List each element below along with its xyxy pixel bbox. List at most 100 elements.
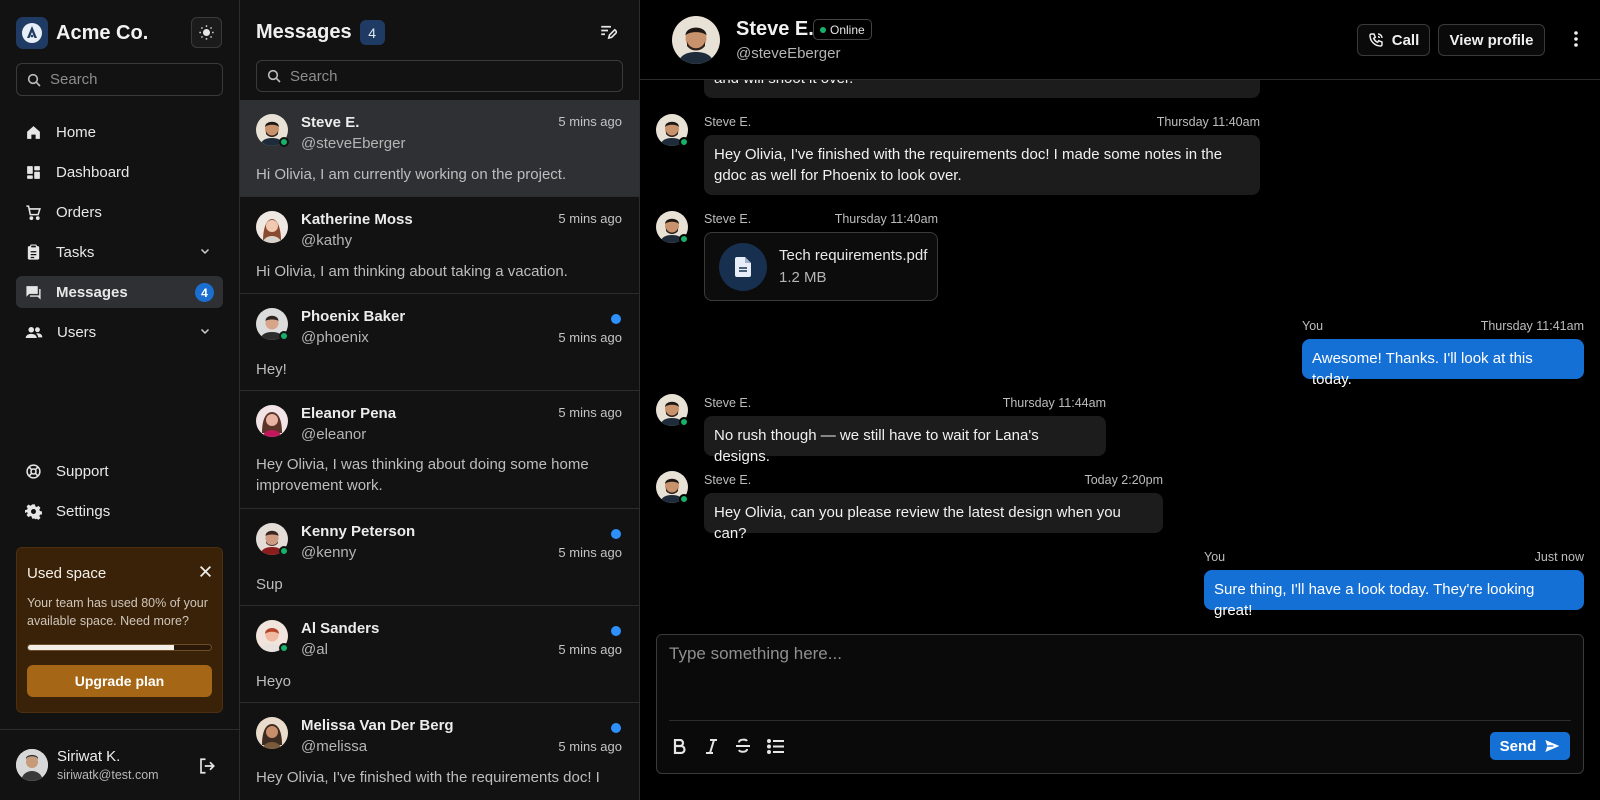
sun-icon	[199, 25, 214, 40]
online-status-dot	[820, 26, 826, 33]
avatar	[656, 471, 689, 504]
unread-dot	[611, 314, 621, 324]
message-input[interactable]: Type something here...	[669, 644, 842, 664]
view-profile-button[interactable]: View profile	[1438, 24, 1545, 56]
close-icon[interactable]	[199, 565, 212, 578]
message-composer[interactable]: Type something here... Send	[656, 634, 1584, 774]
file-name: Tech requirements.pdf	[779, 247, 928, 264]
conversation-search-input[interactable]: Search	[256, 60, 623, 92]
contact-handle: @eleanor	[301, 426, 367, 443]
message-bubble: No rush though — we still have to wait f…	[704, 416, 1106, 465]
avatar	[256, 308, 289, 341]
chevron-down-icon[interactable]	[199, 325, 211, 337]
message-bubble: Sure thing, I'll have a look today. They…	[1204, 570, 1584, 619]
nav-item-messages[interactable]: Messages 4	[16, 276, 223, 308]
footer-nav: Support Settings	[16, 455, 223, 535]
contact-name: Melissa Van Der Berg	[301, 717, 454, 734]
tasks-icon	[27, 244, 40, 260]
upgrade-plan-button[interactable]: Upgrade plan	[27, 665, 212, 697]
cart-icon	[26, 204, 41, 220]
message-time: Today 2:20pm	[1084, 473, 1163, 487]
message-time: 5 mins ago	[558, 642, 622, 657]
avatar	[672, 16, 720, 64]
conversation-item[interactable]: Steve E. @steveEberger 5 mins ago Hi Oli…	[240, 100, 639, 197]
avatar	[256, 523, 289, 556]
used-space-title: Used space	[27, 565, 107, 582]
contact-name: Katherine Moss	[301, 211, 413, 228]
italic-button[interactable]	[701, 736, 721, 756]
contact-name: Eleanor Pena	[301, 405, 397, 422]
search-icon	[27, 73, 41, 87]
contact-name: Kenny Peterson	[301, 523, 416, 540]
message-sender: Steve E.	[704, 473, 752, 487]
avatar	[16, 749, 48, 781]
main-nav: Home Dashboard Orders Tasks Messages 4 U…	[16, 116, 223, 356]
file-attachment[interactable]: Tech requirements.pdf 1.2 MB	[704, 232, 938, 301]
contact-handle: @al	[301, 641, 328, 658]
online-status-dot	[679, 137, 689, 147]
nav-item-tasks[interactable]: Tasks	[16, 236, 223, 268]
logo-icon	[16, 17, 48, 49]
avatar	[256, 211, 288, 243]
bold-button[interactable]	[669, 736, 689, 756]
chevron-down-icon[interactable]	[199, 245, 211, 257]
strikethrough-button[interactable]	[733, 736, 753, 756]
message-preview: Hi Olivia, I am thinking about taking a …	[256, 263, 568, 280]
send-icon	[1545, 740, 1560, 752]
sidebar: Acme Co. Search Home Dashboard Orders Ta…	[0, 0, 240, 800]
contact-handle: @kenny	[301, 544, 357, 561]
message-sender: Steve E.	[704, 115, 752, 129]
user-name: Siriwat K.	[57, 748, 121, 765]
contact-name: Al Sanders	[301, 620, 380, 637]
contact-name: Steve E.	[301, 114, 360, 131]
conversation-item[interactable]: Melissa Van Der Berg @melissa 5 mins ago…	[240, 703, 639, 800]
messages-icon	[26, 285, 41, 300]
page-title: Messages	[256, 21, 352, 43]
nav-label: Tasks	[56, 243, 95, 261]
logout-icon[interactable]	[198, 757, 216, 775]
nav-item-settings[interactable]: Settings	[16, 495, 223, 527]
online-status-dot	[679, 234, 689, 244]
message-meta: Steve E. Thursday 11:40am	[704, 115, 1260, 129]
italic-icon	[705, 738, 717, 754]
send-button[interactable]: Send	[1490, 732, 1570, 760]
conversation-item[interactable]: Katherine Moss @kathy 5 mins ago Hi Oliv…	[240, 197, 639, 294]
online-status-dot	[679, 494, 689, 504]
contact-handle: @phoenix	[301, 329, 369, 346]
nav-item-home[interactable]: Home	[16, 116, 223, 148]
used-space-card: Used space Your team has used 80% of you…	[16, 547, 223, 713]
view-profile-label: View profile	[1449, 31, 1534, 49]
conversation-item[interactable]: Eleanor Pena @eleanor 5 mins ago Hey Oli…	[240, 391, 639, 509]
avatar	[656, 211, 689, 244]
bullet-list-button[interactable]	[765, 736, 785, 756]
nav-item-support[interactable]: Support	[16, 455, 223, 487]
nav-item-users[interactable]: Users	[16, 316, 223, 348]
compose-icon[interactable]	[599, 23, 617, 41]
message-preview: Hey Olivia, I was thinking about doing s…	[256, 456, 589, 494]
contact-handle: @kathy	[301, 232, 353, 249]
nav-item-dashboard[interactable]: Dashboard	[16, 156, 223, 188]
message-bubble: Awesome! Thanks. I'll look at this today…	[1302, 339, 1584, 388]
message-time: Thursday 11:41am	[1480, 319, 1584, 333]
message-meta: Steve E. Thursday 11:44am	[704, 396, 1106, 410]
storage-progress-bar	[27, 644, 212, 651]
user-email: siriwatk@test.com	[57, 768, 159, 782]
storage-progress-fill	[28, 645, 175, 650]
more-options-icon[interactable]	[1574, 31, 1578, 47]
message-preview: Sup	[256, 576, 283, 593]
message-preview: Hey Olivia, I've finished with the requi…	[256, 769, 600, 786]
call-button[interactable]: Call	[1357, 24, 1430, 56]
sidebar-search-input[interactable]: Search	[16, 63, 223, 96]
current-user[interactable]: Siriwat K. siriwatk@test.com	[0, 729, 240, 800]
conversation-item[interactable]: Kenny Peterson @kenny 5 mins ago Sup	[240, 509, 639, 606]
theme-toggle-button[interactable]	[191, 17, 222, 48]
brand-name: Acme Co.	[56, 21, 149, 44]
nav-item-orders[interactable]: Orders	[16, 196, 223, 228]
conversation-item[interactable]: Al Sanders @al 5 mins ago Heyo	[240, 606, 639, 703]
conversation-item[interactable]: Phoenix Baker @phoenix 5 mins ago Hey!	[240, 294, 639, 391]
brand[interactable]: Acme Co.	[16, 17, 148, 49]
status-badge: Online	[813, 19, 872, 40]
home-icon	[27, 125, 40, 139]
nav-label: Orders	[56, 203, 102, 221]
contact-name: Phoenix Baker	[301, 308, 406, 325]
